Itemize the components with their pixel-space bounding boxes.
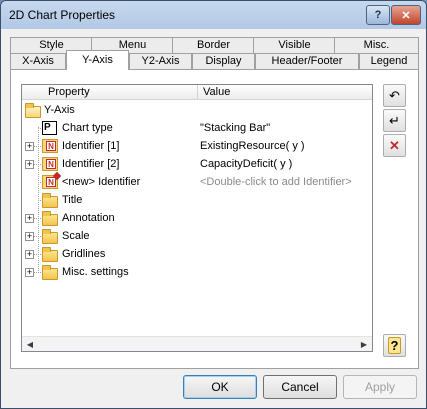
tree-row-annotation[interactable]: + Annotation (22, 209, 372, 227)
row-label: Scale (62, 230, 90, 242)
row-label: Gridlines (62, 248, 106, 260)
folder-icon (42, 211, 58, 226)
folder-icon (42, 265, 58, 280)
new-identifier-icon: N (42, 175, 58, 189)
row-label: Annotation (62, 212, 115, 224)
apply-button[interactable]: Apply (343, 375, 417, 399)
row-value: ExistingResource( y ) (200, 140, 305, 152)
row-label: Misc. settings (62, 266, 129, 278)
tree-row-misc-settings[interactable]: + Misc. settings (22, 263, 372, 281)
tree-row-y-axis[interactable]: Y-Axis (22, 101, 372, 119)
tab-row-front: X-Axis Y-Axis Y2-Axis Display Header/Foo… (10, 50, 419, 70)
delete-x-icon: ✕ (389, 138, 400, 153)
dialog-window: 2D Chart Properties ? ✕ Style Menu Borde… (0, 0, 427, 409)
scroll-right-arrow-icon[interactable]: ▶ (357, 338, 371, 351)
undo-button[interactable]: ↶ (383, 84, 406, 107)
row-value: CapacityDeficit( y ) (200, 158, 293, 170)
expand-toggle[interactable]: + (25, 142, 34, 151)
row-label: Title (62, 194, 83, 206)
expand-toggle[interactable]: + (25, 214, 34, 223)
folder-icon (42, 247, 58, 262)
tab-visible[interactable]: Visible (253, 37, 336, 54)
window-title: 2D Chart Properties (9, 8, 116, 22)
tab-misc[interactable]: Misc. (334, 37, 419, 54)
row-label: Identifier [2] (62, 158, 120, 170)
row-value-hint: <Double-click to add Identifier> (200, 176, 352, 188)
tree-row-new-identifier[interactable]: N <new> Identifier <Double-click to add … (22, 173, 372, 191)
expand-toggle[interactable]: + (25, 160, 34, 169)
tab-y2-axis[interactable]: Y2-Axis (129, 53, 192, 70)
open-folder-icon (25, 103, 41, 118)
help-icon: ? (387, 337, 402, 354)
tab-display[interactable]: Display (192, 53, 255, 70)
tree-row-title[interactable]: Title (22, 191, 372, 209)
expand-toggle[interactable]: + (25, 268, 34, 277)
column-header-property[interactable]: Property (48, 86, 90, 98)
close-icon: ✕ (401, 9, 411, 22)
tree-row-identifier-2[interactable]: + N Identifier [2] CapacityDeficit( y ) (22, 155, 372, 173)
tab-border[interactable]: Border (172, 37, 255, 54)
tab-legend[interactable]: Legend (359, 53, 419, 70)
property-icon: P (42, 121, 57, 135)
identifier-icon: N (42, 139, 58, 153)
row-value: "Stacking Bar" (200, 122, 271, 134)
close-button[interactable]: ✕ (391, 5, 421, 25)
row-label: <new> Identifier (62, 176, 141, 188)
tree-row-identifier-1[interactable]: + N Identifier [1] ExistingResource( y ) (22, 137, 372, 155)
folder-icon (42, 193, 58, 208)
cancel-button[interactable]: Cancel (263, 375, 337, 399)
folder-icon (42, 229, 58, 244)
question-icon: ? (374, 9, 382, 21)
column-header-value[interactable]: Value (203, 86, 230, 98)
expand-toggle[interactable]: + (25, 232, 34, 241)
tab-header-footer[interactable]: Header/Footer (255, 53, 359, 70)
tab-x-axis[interactable]: X-Axis (10, 53, 66, 70)
help-title-button[interactable]: ? (366, 5, 390, 25)
identifier-icon: N (42, 157, 58, 171)
undo-arrow-icon: ↶ (389, 88, 400, 103)
context-help-button[interactable]: ? (383, 334, 406, 357)
title-bar[interactable]: 2D Chart Properties ? ✕ (1, 1, 426, 29)
tab-panel: Property Value Y-Axis P Chart type "Stac… (10, 69, 419, 369)
column-divider[interactable] (197, 85, 198, 100)
row-label: Identifier [1] (62, 140, 120, 152)
ok-button[interactable]: OK (183, 375, 257, 399)
delete-button[interactable]: ✕ (383, 134, 406, 157)
row-label: Chart type (62, 122, 113, 134)
return-arrow-icon: ↵ (389, 113, 400, 128)
property-grid[interactable]: Property Value Y-Axis P Chart type "Stac… (21, 84, 373, 352)
horizontal-scrollbar[interactable]: ◀ ▶ (22, 336, 372, 351)
row-label: Y-Axis (44, 104, 75, 116)
grid-header: Property Value (22, 85, 372, 100)
tree-row-chart-type[interactable]: P Chart type "Stacking Bar" (22, 119, 372, 137)
tree-row-scale[interactable]: + Scale (22, 227, 372, 245)
tab-y-axis[interactable]: Y-Axis (66, 50, 129, 70)
redo-button[interactable]: ↵ (383, 109, 406, 132)
scroll-left-arrow-icon[interactable]: ◀ (23, 338, 37, 351)
tree-row-gridlines[interactable]: + Gridlines (22, 245, 372, 263)
expand-toggle[interactable]: + (25, 250, 34, 259)
